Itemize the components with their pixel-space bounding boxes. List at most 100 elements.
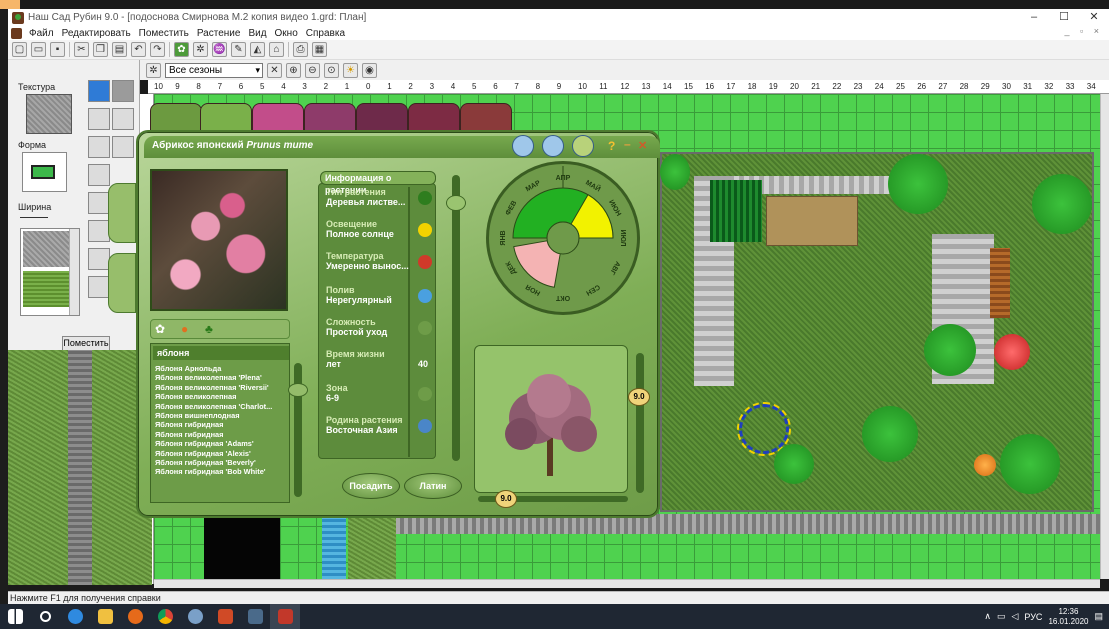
copy-icon[interactable]: ❐ [93, 42, 108, 57]
volume-icon[interactable]: ◁ [1011, 611, 1018, 622]
plant-list-item[interactable]: Яблоня великолепная 'Riversii' [155, 383, 287, 392]
plant-list-item[interactable]: Яблоня Арнольда [155, 364, 287, 373]
notes-icon[interactable]: ✎ [231, 42, 246, 57]
side-tab-catalog[interactable] [108, 183, 136, 243]
redo-icon[interactable]: ↷ [150, 42, 165, 57]
taskbar-edge[interactable] [60, 604, 90, 629]
undo-icon[interactable]: ↶ [131, 42, 146, 57]
zoom-in-icon[interactable]: ⊕ [286, 62, 301, 78]
paste-icon[interactable]: ▤ [112, 42, 127, 57]
texture-list-scrollbar[interactable] [69, 229, 79, 315]
tab-calendar[interactable] [356, 103, 408, 133]
zoom-out-icon[interactable]: ⊖ [305, 62, 320, 78]
plant-list-item[interactable]: Яблоня гибридная 'Beverly' [155, 458, 287, 467]
plant-list[interactable]: Яблоня Арнольда Яблоня великолепная 'Plen… [155, 364, 287, 477]
tool-pot-icon[interactable] [88, 248, 110, 270]
cut-icon[interactable]: ✂ [74, 42, 89, 57]
help-icon[interactable]: ? [608, 139, 615, 153]
plant-list-item[interactable]: Яблоня гибридная 'Alexis' [155, 449, 287, 458]
vegetable-beds[interactable] [766, 196, 858, 246]
info-slider-knob[interactable] [446, 195, 466, 211]
menu-help[interactable]: Справка [302, 28, 349, 39]
place-button[interactable]: Поместить [62, 336, 110, 351]
zoom-fit-icon[interactable]: ⊙ [324, 62, 339, 78]
language-indicator[interactable]: РУС [1024, 612, 1042, 622]
filter-icon[interactable] [512, 135, 534, 157]
plant-list-item[interactable]: Яблоня великолепная 'Charlot... [155, 402, 287, 411]
plant-search-field[interactable]: яблоня [153, 346, 289, 360]
tree-canopy[interactable] [1000, 434, 1060, 494]
info-slider[interactable] [446, 175, 466, 461]
water-icon[interactable]: ♒ [212, 42, 227, 57]
menu-file[interactable]: Файл [25, 28, 58, 39]
side-tab-search[interactable] [108, 253, 136, 313]
plant-list-item[interactable]: Яблоня гибридная 'Adams' [155, 439, 287, 448]
document-icon[interactable] [11, 27, 22, 39]
latin-button[interactable]: Латин [404, 473, 462, 499]
tool-frame-icon[interactable] [88, 276, 110, 298]
width-value[interactable]: 9.0 [495, 490, 517, 508]
tree-canopy[interactable] [774, 444, 814, 484]
plant-list-scrollbar[interactable] [288, 363, 308, 497]
tree-canopy[interactable] [888, 154, 948, 214]
taskbar-photos[interactable] [240, 604, 270, 629]
plant-button[interactable]: Посадить [342, 473, 400, 499]
tab-gallery[interactable] [252, 103, 304, 133]
tab-notes[interactable] [304, 103, 356, 133]
flower-icon[interactable]: ✿ [155, 322, 165, 336]
plant-encyclopedia-icon[interactable]: ✿ [174, 42, 189, 57]
texture-gravel[interactable] [23, 231, 69, 267]
menu-window[interactable]: Окно [271, 28, 302, 39]
maximize-button[interactable]: ☐ [1049, 9, 1079, 26]
tool-barrel-icon[interactable] [88, 220, 110, 242]
plant-list-item[interactable]: Яблоня великолепная [155, 392, 287, 401]
greenhouse[interactable] [710, 180, 762, 242]
tab-health[interactable] [408, 103, 460, 133]
tree-icon[interactable]: ♣ [205, 322, 213, 336]
plan-vertical-scrollbar[interactable] [1100, 94, 1109, 579]
tree-canopy[interactable] [862, 406, 918, 462]
calculator-icon[interactable]: ▦ [312, 42, 327, 57]
house-icon[interactable]: ⌂ [269, 42, 284, 57]
plant-list-item[interactable]: Яблоня великолепная 'Plena' [155, 373, 287, 382]
settings-gear-icon[interactable]: ✲ [193, 42, 208, 57]
season-select[interactable]: Все сезоны [165, 62, 263, 78]
menu-view[interactable]: Вид [244, 28, 270, 39]
cart-icon[interactable] [572, 135, 594, 157]
tool-camera-icon[interactable] [88, 192, 110, 214]
mdi-controls[interactable]: _ ▫ × [1065, 26, 1103, 36]
wooden-deck[interactable] [990, 248, 1010, 318]
view-season-icon[interactable]: ✲ [146, 62, 161, 78]
fruit-icon[interactable]: ● [181, 322, 188, 336]
height-value[interactable]: 9.0 [628, 388, 650, 406]
new-file-icon[interactable]: ▢ [12, 42, 27, 57]
save-icon[interactable]: ▪ [50, 42, 65, 57]
tree-canopy[interactable] [1032, 174, 1092, 234]
tab-general[interactable] [150, 103, 202, 133]
close-button[interactable]: ✕ [1079, 9, 1109, 26]
compass-icon[interactable] [542, 135, 564, 157]
plant-list-item[interactable]: Яблоня гибридная [155, 430, 287, 439]
scroll-knob[interactable] [288, 383, 308, 397]
plan-horizontal-scrollbar[interactable] [154, 579, 1100, 588]
tool-house-icon[interactable] [88, 108, 110, 130]
flowering-shrub[interactable] [974, 454, 996, 476]
height-slider[interactable] [636, 353, 644, 493]
taskbar-app[interactable] [180, 604, 210, 629]
notifications-icon[interactable]: ▤ [1094, 611, 1103, 622]
texture-swatch[interactable] [26, 94, 72, 134]
taskbar-explorer[interactable] [90, 604, 120, 629]
taskbar-garden-app[interactable] [270, 604, 300, 629]
tab-gardener[interactable] [460, 103, 512, 133]
texture-list[interactable] [20, 228, 80, 316]
shape-picker[interactable] [22, 152, 67, 192]
tool-bench-icon[interactable] [88, 136, 110, 158]
tray-chevron-icon[interactable]: ∧ [984, 611, 991, 622]
encyclopedia-close-button[interactable]: ✕ [638, 139, 647, 152]
plant-list-item[interactable]: Яблоня гибридная [155, 420, 287, 429]
selected-plant-marker[interactable] [737, 402, 791, 456]
tool-fence-icon[interactable] [112, 80, 134, 102]
network-icon[interactable]: ▭ [997, 611, 1006, 622]
start-button[interactable] [0, 604, 30, 629]
menu-place[interactable]: Поместить [135, 28, 193, 39]
